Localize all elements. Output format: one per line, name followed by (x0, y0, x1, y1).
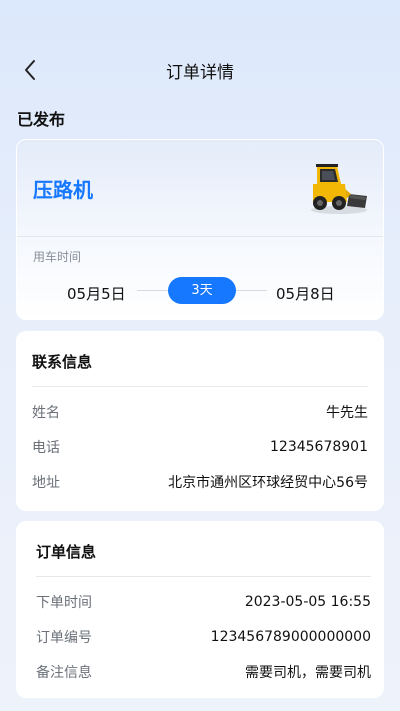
order-row-time: 下单时间 2023-05-05 16:55 (36, 592, 371, 612)
row-label: 电话 (32, 440, 60, 456)
section-divider (32, 386, 368, 387)
contact-row-address: 地址 北京市通州区环球经贸中心56号 (32, 472, 368, 492)
row-value: 牛先生 (326, 405, 368, 421)
duration-badge: 3天 (168, 277, 236, 304)
contact-section-title: 联系信息 (32, 353, 93, 371)
row-value: 123456789000000000 (210, 629, 371, 645)
row-label: 下单时间 (36, 595, 92, 611)
card-divider (17, 236, 383, 237)
machine-name: 压路机 (33, 178, 93, 202)
row-value: 需要司机，需要司机 (245, 665, 371, 681)
timeline-line-right (236, 290, 267, 291)
skid-steer-loader-icon (311, 164, 367, 214)
row-label: 姓名 (32, 405, 60, 421)
contact-row-phone: 电话 12345678901 (32, 437, 368, 457)
contact-card: 联系信息 姓名 牛先生 电话 12345678901 地址 北京市通州区环球经贸… (16, 331, 384, 511)
row-label: 订单编号 (36, 630, 92, 646)
order-status: 已发布 (17, 110, 66, 129)
machine-card: 压路机 用车时间 05月5日 3天 05月8日 (16, 139, 384, 320)
order-row-number: 订单编号 123456789000000000 (36, 627, 371, 647)
row-value: 北京市通州区环球经贸中心56号 (168, 475, 368, 491)
row-label: 备注信息 (36, 665, 92, 681)
row-value: 2023-05-05 16:55 (244, 594, 371, 610)
timeline-line-left (137, 290, 168, 291)
start-date: 05月5日 (67, 285, 126, 303)
use-time-label: 用车时间 (33, 250, 82, 264)
order-card: 订单信息 下单时间 2023-05-05 16:55 订单编号 12345678… (16, 521, 384, 698)
page-title: 订单详情 (166, 63, 234, 83)
contact-row-name: 姓名 牛先生 (32, 402, 368, 422)
header: 订单详情 已发布 (0, 0, 400, 140)
section-divider (36, 576, 371, 577)
end-date: 05月8日 (276, 285, 335, 303)
row-value[interactable]: 12345678901 (270, 439, 368, 455)
order-row-notes: 备注信息 需要司机，需要司机 (36, 662, 371, 682)
row-label: 地址 (32, 475, 60, 491)
order-section-title: 订单信息 (36, 543, 97, 561)
